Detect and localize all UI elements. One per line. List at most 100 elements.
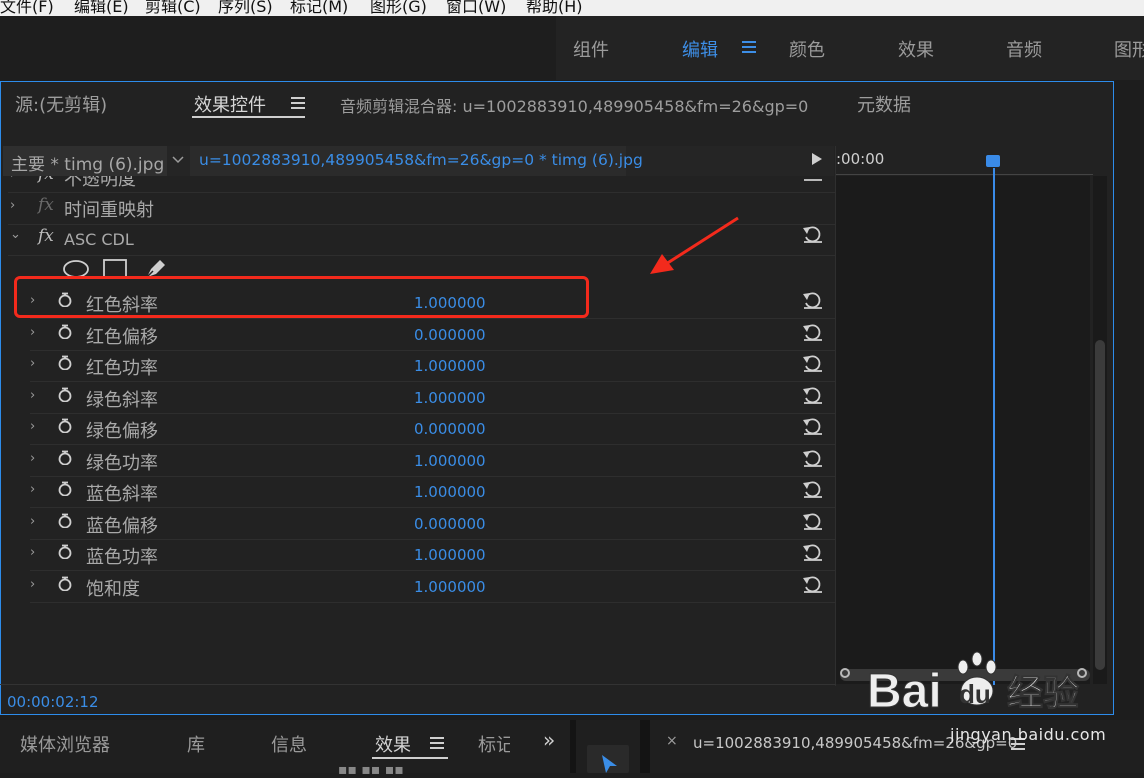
panel-footer-divider: [0, 684, 836, 685]
stopwatch-icon[interactable]: [58, 418, 72, 433]
tab-libraries[interactable]: 库: [187, 731, 205, 757]
watermark-brand-2: du: [959, 679, 991, 709]
chevron-right-icon[interactable]: ›: [30, 451, 35, 466]
tab-effects[interactable]: 效果: [375, 731, 411, 757]
param-row-blue-slope[interactable]: › 蓝色斜率 1.000000: [30, 476, 835, 508]
tab-audio-clip-mixer[interactable]: 音频剪辑混合器: u=1002883910,489905458&fm=26&gp…: [340, 93, 808, 117]
more-tabs-icon[interactable]: »: [543, 728, 555, 752]
vertical-scrollbar-thumb[interactable]: [1095, 340, 1105, 670]
reset-icon[interactable]: [802, 541, 824, 563]
close-icon[interactable]: ×: [666, 733, 678, 749]
tab-metadata[interactable]: 元数据: [857, 91, 911, 117]
workspace-graphics[interactable]: 图形: [1114, 36, 1144, 62]
chevron-right-icon[interactable]: ›: [10, 176, 15, 182]
param-row-red-offset[interactable]: › 红色偏移 0.000000: [30, 319, 835, 351]
menu-edit[interactable]: 编辑(E): [74, 0, 129, 16]
fx-icon[interactable]: fx: [38, 195, 54, 215]
chevron-right-icon[interactable]: ›: [30, 577, 35, 592]
reset-icon[interactable]: [802, 447, 824, 469]
menu-help[interactable]: 帮助(H): [526, 0, 583, 16]
tab-source[interactable]: 源:(无剪辑): [15, 91, 107, 117]
param-row-blue-power[interactable]: › 蓝色功率 1.000000: [30, 539, 835, 571]
chevron-down-icon[interactable]: [172, 156, 184, 164]
workspace-audio[interactable]: 音频: [1006, 36, 1042, 62]
reset-icon[interactable]: [802, 289, 824, 311]
ellipse-mask-icon[interactable]: [62, 258, 90, 278]
chevron-right-icon[interactable]: ›: [30, 545, 35, 560]
param-value[interactable]: 1.000000: [414, 483, 486, 501]
chevron-right-icon[interactable]: ›: [10, 198, 15, 213]
reset-icon[interactable]: [803, 176, 823, 182]
chevron-right-icon[interactable]: ›: [30, 419, 35, 434]
chevron-right-icon[interactable]: ›: [30, 325, 35, 340]
menu-marker[interactable]: 标记(M): [290, 0, 348, 16]
param-row-green-power[interactable]: › 绿色功率 1.000000: [30, 445, 835, 477]
param-value[interactable]: 1.000000: [414, 578, 486, 596]
stopwatch-icon[interactable]: [58, 513, 72, 528]
hamburger-menu-icon[interactable]: [430, 737, 444, 749]
reset-icon[interactable]: [802, 224, 824, 244]
chevron-right-icon[interactable]: ›: [30, 356, 35, 371]
reset-icon[interactable]: [802, 415, 824, 437]
fx-icon[interactable]: fx: [38, 226, 54, 246]
effect-opacity[interactable]: › fx 不透明度: [8, 176, 835, 193]
stopwatch-icon[interactable]: [58, 576, 72, 591]
param-row-saturation[interactable]: › 饱和度 1.000000: [30, 571, 835, 603]
workspace-assembly[interactable]: 组件: [573, 36, 609, 62]
reset-icon[interactable]: [802, 478, 824, 500]
reset-icon[interactable]: [802, 321, 824, 343]
stopwatch-icon[interactable]: [58, 387, 72, 402]
selection-tool-icon[interactable]: [600, 754, 620, 773]
param-value[interactable]: 1.000000: [414, 452, 486, 470]
param-name: 蓝色斜率: [86, 484, 158, 505]
menu-file[interactable]: 文件(F): [0, 0, 54, 16]
param-name: 红色偏移: [86, 327, 158, 348]
playhead-handle[interactable]: [986, 155, 1000, 167]
menu-clip[interactable]: 剪辑(C): [145, 0, 201, 16]
stopwatch-icon[interactable]: [58, 544, 72, 559]
chevron-down-icon[interactable]: ⌄: [10, 227, 21, 242]
param-value[interactable]: 1.000000: [414, 546, 486, 564]
menu-sequence[interactable]: 序列(S): [218, 0, 273, 16]
param-row-red-power[interactable]: › 红色功率 1.000000: [30, 350, 835, 382]
menu-window[interactable]: 窗口(W): [446, 0, 506, 16]
menu-graphics[interactable]: 图形(G): [370, 0, 427, 16]
param-value[interactable]: 0.000000: [414, 515, 486, 533]
reset-icon[interactable]: [802, 384, 824, 406]
chevron-right-icon[interactable]: ›: [30, 388, 35, 403]
stopwatch-icon[interactable]: [58, 481, 72, 496]
keyframe-timeline[interactable]: [836, 176, 1090, 684]
stopwatch-icon[interactable]: [58, 450, 72, 465]
rectangle-mask-icon[interactable]: [102, 258, 130, 278]
workspace-editing[interactable]: 编辑: [682, 36, 718, 62]
stopwatch-icon[interactable]: [58, 324, 72, 339]
hamburger-menu-icon[interactable]: [742, 41, 756, 53]
fx-icon[interactable]: fx: [38, 176, 54, 184]
effect-name: 不透明度: [64, 176, 136, 190]
tab-markers[interactable]: 标记: [478, 731, 510, 757]
current-timecode[interactable]: 00:00:02:12: [7, 693, 99, 711]
reset-icon[interactable]: [802, 352, 824, 374]
play-triangle-icon[interactable]: [812, 153, 822, 165]
tab-effect-controls[interactable]: 效果控件: [194, 91, 266, 117]
param-name: 蓝色偏移: [86, 516, 158, 537]
param-row-green-offset[interactable]: › 绿色偏移 0.000000: [30, 413, 835, 445]
param-value[interactable]: 1.000000: [414, 357, 486, 375]
stopwatch-icon[interactable]: [58, 355, 72, 370]
param-value[interactable]: 1.000000: [414, 389, 486, 407]
chevron-right-icon[interactable]: ›: [30, 514, 35, 529]
tab-media-browser[interactable]: 媒体浏览器: [20, 731, 110, 757]
panel-divider: [570, 720, 576, 773]
param-row-green-slope[interactable]: › 绿色斜率 1.000000: [30, 382, 835, 414]
hamburger-menu-icon[interactable]: [291, 97, 305, 109]
reset-icon[interactable]: [802, 573, 824, 595]
param-value[interactable]: 0.000000: [414, 326, 486, 344]
workspace-effects[interactable]: 效果: [898, 36, 934, 62]
zoom-handle-left[interactable]: [840, 668, 850, 678]
param-value[interactable]: 0.000000: [414, 420, 486, 438]
reset-icon[interactable]: [802, 510, 824, 532]
chevron-right-icon[interactable]: ›: [30, 482, 35, 497]
tab-info[interactable]: 信息: [271, 731, 307, 757]
param-row-blue-offset[interactable]: › 蓝色偏移 0.000000: [30, 508, 835, 540]
workspace-color[interactable]: 颜色: [789, 36, 825, 62]
